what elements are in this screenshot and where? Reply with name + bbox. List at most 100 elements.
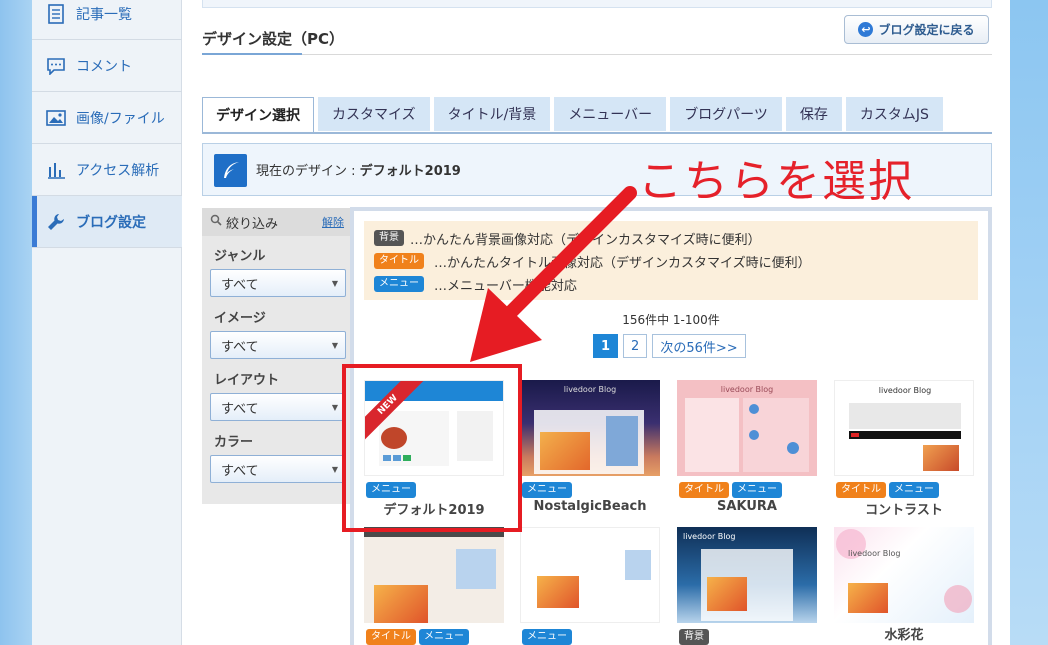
sidebar-item-analytics[interactable]: アクセス解析 bbox=[32, 144, 182, 196]
theme-badges: メニュー bbox=[522, 629, 572, 645]
page-2-button[interactable]: 2 bbox=[623, 334, 648, 358]
sidebar-item-label: 記事一覧 bbox=[76, 6, 132, 23]
filter-color-select[interactable]: すべて ▼ bbox=[210, 455, 346, 483]
return-arrow-icon: ↩ bbox=[858, 22, 874, 37]
badge-menu: メニュー bbox=[889, 482, 939, 498]
pagination: 1 2 次の56件>> bbox=[593, 334, 746, 358]
thumb-blog-title: livedoor Blog bbox=[720, 385, 774, 394]
selection-highlight-box bbox=[342, 364, 522, 532]
sidebar-item-label: 画像/ファイル bbox=[76, 110, 165, 127]
badge-title: タイトル bbox=[366, 629, 416, 645]
dropdown-arrow-icon: ▼ bbox=[331, 340, 338, 350]
theme-badges: タイトル メニュー bbox=[679, 482, 782, 498]
current-design-label: 現在のデザイン : bbox=[256, 164, 360, 179]
image-icon bbox=[45, 107, 67, 129]
badge-legend: 背景 …かんたん背景画像対応（デザインカスタマイズ時に便利） タイトル …かんた… bbox=[364, 221, 978, 300]
filter-panel: 絞り込み 解除 ジャンル すべて ▼ イメージ すべて ▼ レイアウト すべて … bbox=[202, 208, 350, 504]
tab-title-background[interactable]: タイトル/背景 bbox=[433, 97, 551, 131]
filter-image-value: すべて bbox=[221, 339, 259, 355]
filter-genre-label: ジャンル bbox=[214, 249, 266, 264]
top-strip bbox=[202, 0, 992, 8]
legend-text: …かんたんタイトル画像対応（デザインカスタマイズ時に便利） bbox=[434, 255, 811, 271]
search-icon bbox=[210, 214, 222, 230]
tab-blog-parts[interactable]: ブログパーツ bbox=[670, 97, 782, 131]
filter-image-label: イメージ bbox=[214, 311, 266, 326]
badge-title: タイトル bbox=[374, 253, 424, 269]
theme-thumbnail[interactable]: livedoor Blog bbox=[677, 380, 817, 476]
filter-color-value: すべて bbox=[221, 463, 259, 479]
page-title: デザイン設定（PC） bbox=[202, 30, 345, 48]
tab-design-select[interactable]: デザイン選択 bbox=[202, 97, 314, 133]
theme-badges: メニュー bbox=[522, 482, 572, 498]
filter-layout-value: すべて bbox=[221, 401, 259, 417]
theme-thumbnail[interactable]: livedoor Blog bbox=[834, 527, 974, 623]
title-divider bbox=[202, 54, 992, 55]
wrench-icon bbox=[45, 211, 67, 233]
sidebar-item-images[interactable]: 画像/ファイル bbox=[32, 92, 182, 144]
legend-text: …メニューバー機能対応 bbox=[434, 278, 577, 294]
background-gradient bbox=[1010, 0, 1048, 645]
current-design-name: デフォルト2019 bbox=[359, 164, 461, 179]
back-to-blog-settings-button[interactable]: ↩ ブログ設定に戻る bbox=[844, 15, 989, 44]
tab-save[interactable]: 保存 bbox=[785, 97, 842, 131]
bar-chart-icon bbox=[45, 159, 67, 181]
theme-badges: タイトル メニュー bbox=[836, 482, 939, 498]
comment-icon bbox=[45, 55, 67, 77]
tab-menubar[interactable]: メニューバー bbox=[554, 97, 667, 131]
legend-row: メニュー …メニューバー機能対応 bbox=[374, 275, 577, 294]
thumb-blog-title: livedoor Blog bbox=[848, 549, 901, 558]
feather-pen-icon bbox=[214, 154, 247, 187]
sidebar-item-label: アクセス解析 bbox=[76, 162, 160, 179]
badge-menu: メニュー bbox=[374, 276, 424, 292]
filter-genre-select[interactable]: すべて ▼ bbox=[210, 269, 346, 297]
filter-layout-select[interactable]: すべて ▼ bbox=[210, 393, 346, 421]
theme-badges: 背景 bbox=[679, 629, 709, 645]
badge-title: タイトル bbox=[836, 482, 886, 498]
filter-image-select[interactable]: すべて ▼ bbox=[210, 331, 346, 359]
theme-name[interactable]: SAKURA bbox=[667, 499, 827, 514]
theme-badges: タイトル メニュー bbox=[366, 629, 469, 645]
badge-background: 背景 bbox=[679, 629, 709, 645]
dropdown-arrow-icon: ▼ bbox=[331, 278, 338, 288]
sidebar-item-comments[interactable]: コメント bbox=[32, 40, 182, 92]
filter-color-label: カラー bbox=[214, 435, 254, 450]
theme-name[interactable]: NostalgicBeach bbox=[510, 499, 670, 514]
title-underline bbox=[202, 53, 302, 55]
document-icon bbox=[45, 3, 67, 25]
tab-custom-js[interactable]: カスタムJS bbox=[845, 97, 943, 131]
thumb-blog-title: livedoor Blog bbox=[683, 532, 736, 541]
badge-menu: メニュー bbox=[522, 482, 572, 498]
sidebar-item-articles[interactable]: 記事一覧 bbox=[32, 0, 182, 40]
current-design-text: 現在のデザイン : デフォルト2019 bbox=[256, 160, 461, 179]
back-button-label: ブログ設定に戻る bbox=[878, 23, 975, 37]
thumb-blog-title: livedoor Blog bbox=[878, 386, 932, 395]
filter-layout-label: レイアウト bbox=[214, 373, 280, 388]
badge-menu: メニュー bbox=[732, 482, 782, 498]
theme-thumbnail[interactable]: livedoor Blog bbox=[520, 380, 660, 476]
sidebar-item-blog-settings[interactable]: ブログ設定 bbox=[32, 196, 182, 248]
filter-reset-link[interactable]: 解除 bbox=[322, 214, 344, 230]
sidebar: 記事一覧 コメント 画像/ファイル アクセス解析 ブログ設定 bbox=[32, 0, 182, 645]
badge-title: タイトル bbox=[679, 482, 729, 498]
thumb-blog-title: livedoor Blog bbox=[563, 385, 617, 394]
theme-thumbnail[interactable]: livedoor Blog bbox=[834, 380, 974, 476]
theme-thumbnail[interactable] bbox=[520, 527, 660, 623]
page-1-button[interactable]: 1 bbox=[593, 334, 619, 358]
theme-name[interactable]: 水彩花 bbox=[824, 624, 984, 643]
design-tabs: デザイン選択 カスタマイズ タイトル/背景 メニューバー ブログパーツ 保存 カ… bbox=[202, 97, 943, 133]
theme-thumbnail[interactable]: livedoor Blog bbox=[677, 527, 817, 623]
legend-row: タイトル …かんたんタイトル画像対応（デザインカスタマイズ時に便利） bbox=[374, 252, 811, 271]
legend-text: …かんたん背景画像対応（デザインカスタマイズ時に便利） bbox=[410, 232, 761, 248]
sidebar-item-label: ブログ設定 bbox=[76, 214, 146, 231]
badge-menu: メニュー bbox=[419, 629, 469, 645]
dropdown-arrow-icon: ▼ bbox=[331, 464, 338, 474]
theme-thumbnail[interactable] bbox=[364, 527, 504, 623]
filter-header: 絞り込み 解除 bbox=[202, 208, 350, 236]
result-count: 156件中 1-100件 bbox=[622, 313, 720, 327]
dropdown-arrow-icon: ▼ bbox=[331, 402, 338, 412]
filter-title: 絞り込み bbox=[226, 216, 279, 232]
theme-name[interactable]: コントラスト bbox=[824, 499, 984, 518]
next-page-button[interactable]: 次の56件>> bbox=[652, 334, 746, 358]
badge-background: 背景 bbox=[374, 230, 404, 246]
tab-customize[interactable]: カスタマイズ bbox=[318, 97, 430, 131]
